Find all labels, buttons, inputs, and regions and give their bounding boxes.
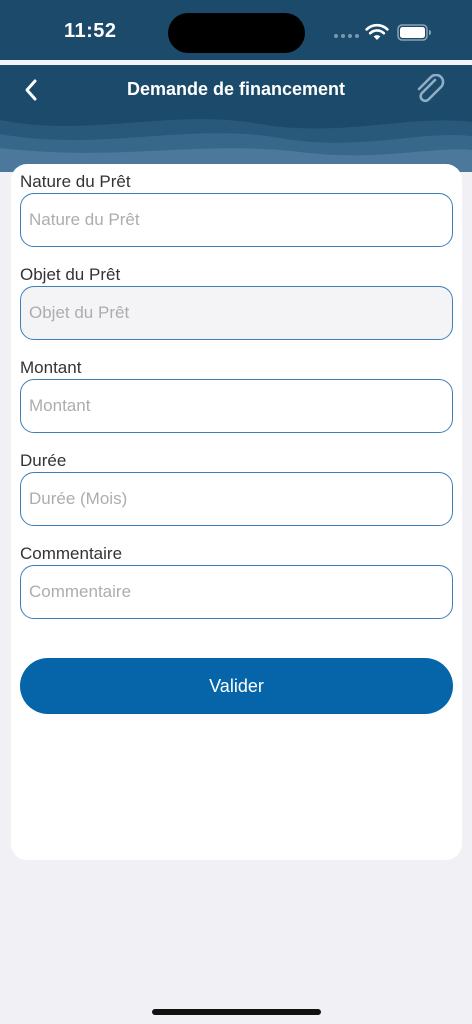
form-card: Nature du Prêt Objet du Prêt Montant Dur… [11,164,462,860]
nature-label: Nature du Prêt [20,172,131,191]
screen: 11:52 Demande de financement Nature du P… [0,0,472,1024]
duree-label: Durée [20,451,67,470]
objet-input[interactable] [20,286,453,340]
montant-input[interactable] [20,379,453,433]
commentaire-label: Commentaire [20,544,123,563]
valider-button[interactable]: Valider [20,658,453,714]
duree-input[interactable] [20,472,453,526]
dynamic-island [168,13,305,53]
montant-label: Montant [20,358,82,377]
home-indicator[interactable] [152,1009,321,1015]
battery-icon [397,24,431,41]
status-bar: 11:52 [0,0,472,60]
signal-icon [334,34,360,40]
status-time: 11:52 [64,20,117,42]
objet-label: Objet du Prêt [20,265,121,284]
header: 11:52 Demande de financement [0,0,472,172]
commentaire-input[interactable] [20,565,453,619]
header-wave [0,119,472,172]
wifi-icon [365,23,389,40]
page-title: Demande de financement [126,79,346,99]
nature-input[interactable] [20,193,453,247]
